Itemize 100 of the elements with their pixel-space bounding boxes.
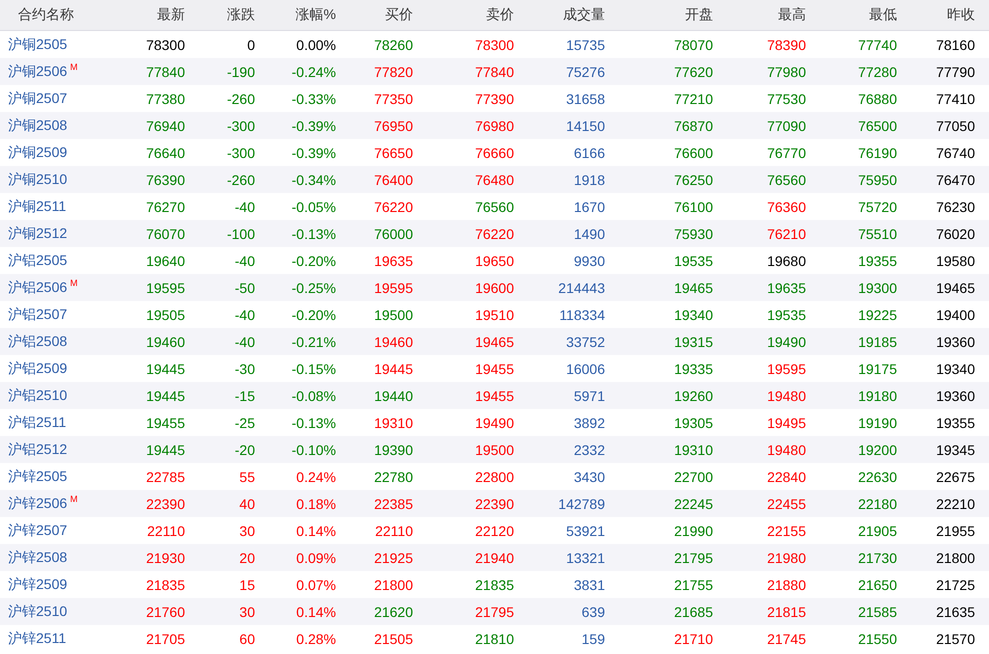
column-header[interactable]: 昨收 [897,6,975,24]
table-cell-text: 76940 [145,118,185,134]
table-cell-text: 77740 [857,36,897,52]
contract-name[interactable]: 沪锌2509 [8,576,68,594]
column-header[interactable]: 买价 [336,6,413,24]
table-cell-text: 19445 [373,360,413,376]
table-cell-text: 159 [580,630,605,646]
table-cell-text: 1670 [572,198,605,214]
table-cell-text: 21905 [857,522,897,538]
table-cell-text: 19480 [766,442,806,458]
column-header[interactable]: 开盘 [605,6,713,24]
table-cell-text: 22245 [673,496,713,512]
contract-name[interactable]: 沪铝2507 [8,306,68,324]
table-cell-text: 78070 [673,36,713,52]
table-cell-text: -0.33% [290,90,336,106]
contract-name[interactable]: 沪铝2508 [8,332,68,350]
column-header[interactable]: 最高 [713,6,806,24]
table-cell-text: -0.20% [290,306,336,322]
table-cell-text: 76190 [857,144,897,160]
table-cell-text: -0.39% [290,144,336,160]
table-cell-text: 76770 [766,144,806,160]
contract-name[interactable]: 沪锌2508 [8,548,68,566]
contract-name[interactable]: 沪锌2511 [8,630,66,648]
table-cell-text: 22210 [935,496,975,512]
table-cell-text: 76250 [673,172,713,188]
contract-name[interactable]: 沪铜2511 [8,198,66,216]
table-cell-text: 22120 [474,522,514,538]
contract-name[interactable]: 沪铝2512 [8,440,68,458]
table-cell-text: 21635 [935,604,975,620]
contract-name[interactable]: 沪铜2510 [8,170,68,188]
contract-name[interactable]: 沪锌2507 [8,522,68,540]
contract-name[interactable]: 沪铜2509 [8,144,68,162]
table-cell-text: 76560 [474,198,514,214]
table-cell-text: 0.24% [295,468,336,484]
table-cell-text: 21815 [766,604,806,620]
contract-name[interactable]: 沪锌2510 [8,602,68,620]
table-cell-text: 22630 [857,468,897,484]
contract-name[interactable]: 沪铝2509 [8,360,68,378]
contract-name[interactable]: 沪铜2506 [8,62,68,80]
contract-name[interactable]: 沪锌2505 [8,468,68,486]
table-cell-text: 0.18% [295,496,336,512]
table-cell-text: 142789 [557,496,605,512]
table-cell-text: 78300 [474,36,514,52]
contract-name[interactable]: 沪铜2505 [8,36,68,54]
table-cell-text: 77620 [673,64,713,80]
table-cell-text: 0.14% [295,522,336,538]
contract-name[interactable]: 沪铝2506 [8,278,68,296]
table-cell-text: 3892 [572,414,605,430]
contract-name[interactable]: 沪铜2508 [8,116,68,134]
table-cell-text: 21835 [474,576,514,592]
table-cell-text: 19465 [935,280,975,296]
table-cell-text: 76270 [145,198,185,214]
table-cell-text: 19300 [857,280,897,296]
contract-name[interactable]: 沪铝2505 [8,252,68,270]
column-header[interactable]: 最低 [806,6,897,24]
table-cell-text: 76000 [373,226,413,242]
table-cell-text: 77050 [935,118,975,134]
contract-name[interactable]: 沪铜2507 [8,90,68,108]
table-cell-text: 20 [238,550,255,566]
contract-name[interactable]: 沪铝2511 [8,414,66,432]
table-cell-text: -20 [234,442,255,458]
table-cell-text: 0 [246,36,255,52]
table-cell-text: 76640 [145,144,185,160]
table-cell-text: 75276 [565,64,605,80]
table-cell-text: 22385 [373,496,413,512]
column-header[interactable]: 最新 [120,6,185,24]
column-header[interactable]: 涨跌 [185,6,255,24]
table-cell-text: 22110 [374,522,413,538]
table-cell-text: 76480 [474,172,514,188]
table-cell-text: 21730 [857,550,897,566]
column-header[interactable]: 成交量 [514,6,605,24]
column-header[interactable]: 卖价 [413,6,514,24]
table-cell-text: 21930 [145,550,185,566]
table-cell-text: 21810 [474,630,514,646]
table-cell-text: 19200 [857,442,897,458]
table-cell-text: 21835 [145,576,185,592]
table-cell-text: 0.09% [295,550,336,566]
table-cell-text: -0.24% [290,64,336,80]
table-cell-text: 76870 [673,118,713,134]
contract-name[interactable]: 沪铜2512 [8,224,68,242]
column-header[interactable]: 合约名称 [0,6,120,24]
table-cell-text: 76650 [373,144,413,160]
contract-name[interactable]: 沪锌2506 [8,494,68,512]
table-cell-text: -0.05% [290,198,336,214]
table-cell-text: 19535 [766,306,806,322]
table-cell-text: 22155 [766,522,806,538]
contract-name[interactable]: 沪铝2510 [8,386,68,404]
table-cell-text: 19355 [935,414,975,430]
table-cell-text: 78390 [766,36,806,52]
table-cell-text: 21800 [373,576,413,592]
table-cell-text: 76560 [766,172,806,188]
table-cell-text: 31658 [565,90,605,106]
table-cell-text: -0.20% [290,252,336,268]
table-cell-text: 19480 [766,388,806,404]
table-cell-text: -300 [226,144,255,160]
table-cell-text: 19390 [373,442,413,458]
table-cell-text: 21705 [145,630,185,646]
table-cell-text: 76220 [373,198,413,214]
column-header[interactable]: 涨幅% [255,6,336,24]
table-cell-text: 76400 [373,172,413,188]
